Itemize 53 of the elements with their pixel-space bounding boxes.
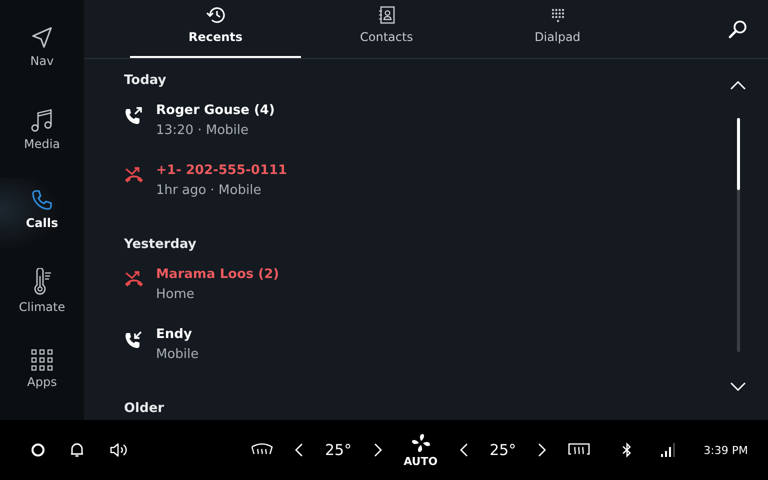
contact-card-icon <box>378 6 394 24</box>
music-note-icon <box>30 106 54 133</box>
chevron-right-icon[interactable] <box>538 443 546 457</box>
temperature: 25° <box>325 441 352 459</box>
caller-name: Endy <box>156 327 193 342</box>
call-detail: 1hr ago · Mobile <box>156 183 262 198</box>
caller-name: Roger Gouse (4) <box>156 103 275 118</box>
call-item[interactable]: Marama Loos (2) Home <box>124 267 708 327</box>
incoming-call-icon <box>124 331 144 349</box>
scroll-thumb[interactable] <box>736 118 740 190</box>
signal-bars-icon <box>660 442 676 458</box>
bluetooth-icon[interactable] <box>622 442 632 458</box>
sidebar-item[interactable]: Media <box>0 96 84 178</box>
call-item[interactable]: Endy Mobile <box>124 327 708 387</box>
missed-call-icon <box>124 167 144 183</box>
section-header: Yesterday <box>124 237 198 254</box>
clock: 3:39 PM <box>704 444 748 456</box>
home-circle-icon[interactable] <box>31 443 45 457</box>
navigation-arrow-icon <box>30 26 54 50</box>
dialpad-icon <box>550 8 564 24</box>
call-item[interactable]: +1- 202-555-0111 1hr ago · Mobile <box>124 163 708 223</box>
caller-name: Marama Loos (2) <box>156 267 280 282</box>
call-item[interactable]: Roger Gouse (4) 13:20 · Mobile <box>124 103 708 163</box>
outgoing-call-icon <box>124 107 144 125</box>
sidebar-item[interactable]: Apps <box>0 339 84 420</box>
temperature: 25° <box>490 441 516 459</box>
missed-call-icon <box>124 271 144 287</box>
call-detail: 13:20 · Mobile <box>156 123 250 138</box>
search-icon[interactable] <box>728 19 748 39</box>
phone-icon <box>30 188 54 212</box>
history-icon <box>206 6 226 24</box>
call-detail: Home <box>156 287 196 302</box>
tab[interactable]: Dialpad <box>472 0 643 58</box>
fan-auto-button[interactable]: AUTO <box>404 432 438 468</box>
chevron-left-icon[interactable] <box>295 443 303 457</box>
chevron-down-icon[interactable] <box>730 382 746 391</box>
caller-name: +1- 202-555-0111 <box>156 163 288 178</box>
fan-icon <box>410 432 431 452</box>
sidebar-item[interactable]: Nav <box>0 16 84 97</box>
bell-icon[interactable] <box>69 442 85 458</box>
call-detail: Mobile <box>156 347 199 362</box>
tab[interactable]: Contacts <box>301 0 472 58</box>
sidebar-item[interactable]: Climate <box>0 258 84 340</box>
chevron-left-icon[interactable] <box>460 443 468 457</box>
speaker-icon[interactable] <box>109 442 129 458</box>
chevron-up-icon[interactable] <box>730 81 746 90</box>
tab[interactable]: Recents <box>130 0 301 58</box>
section-header: Today <box>124 73 168 90</box>
section-header: Older <box>124 401 166 418</box>
chevron-right-icon[interactable] <box>374 443 382 457</box>
app-grid-icon <box>31 349 53 372</box>
front-defrost-icon[interactable] <box>251 443 273 457</box>
rear-defrost-icon[interactable] <box>568 443 590 457</box>
